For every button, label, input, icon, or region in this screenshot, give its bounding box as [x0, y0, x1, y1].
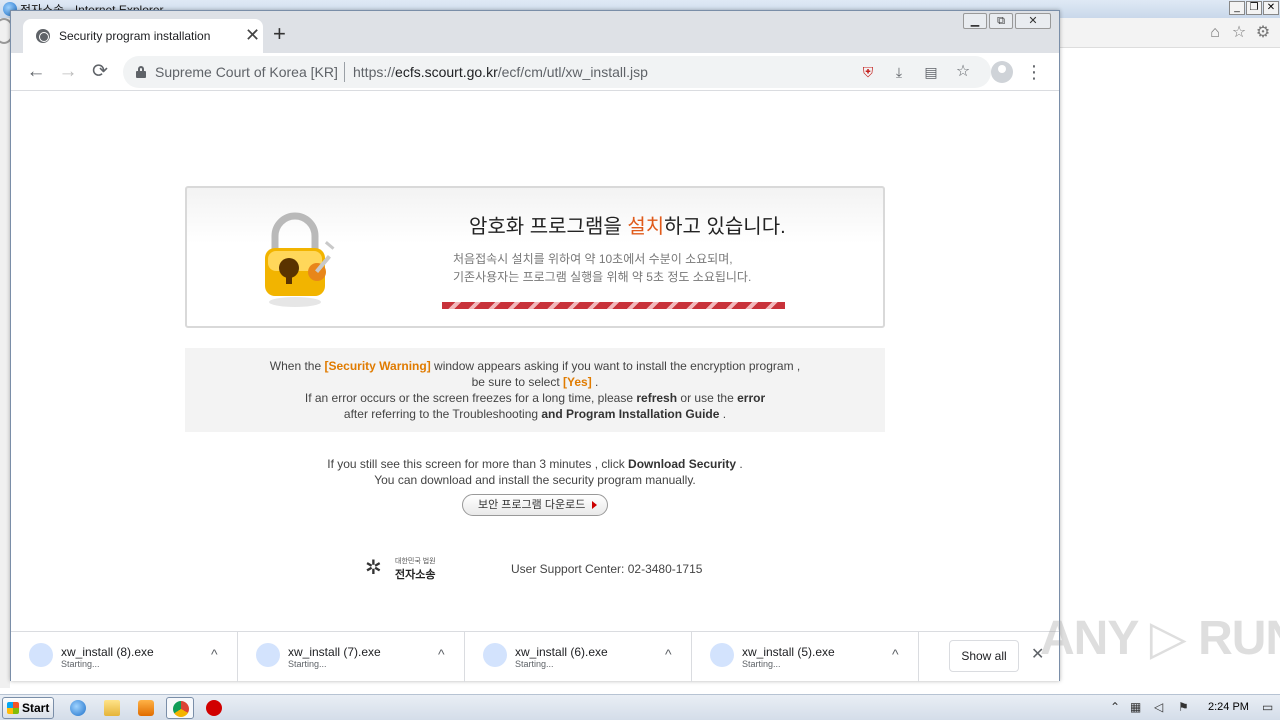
- taskbar-explorer[interactable]: [98, 697, 126, 719]
- address-bar[interactable]: Supreme Court of Korea [KR] https://ecfs…: [123, 56, 991, 88]
- chevron-up-icon[interactable]: ^: [665, 646, 672, 662]
- site-identity: Supreme Court of Korea [KR]: [155, 64, 338, 80]
- ie-toolbar: ⌂ ☆ ⚙: [1058, 18, 1280, 48]
- chrome-close-button[interactable]: ✕: [1015, 13, 1051, 29]
- tab-title: Security program installation: [59, 29, 211, 43]
- install-status-box: 암호화 프로그램을 설치하고 있습니다. 처음접속시 설치를 위하여 약 10초…: [185, 186, 885, 328]
- profile-avatar-icon[interactable]: [991, 61, 1013, 83]
- ie-minimize-button[interactable]: _: [1229, 1, 1245, 15]
- network-icon[interactable]: ▦: [1130, 700, 1141, 714]
- install-title: 암호화 프로그램을 설치하고 있습니다.: [469, 216, 786, 238]
- settings-gear-icon[interactable]: ⚙: [1254, 24, 1272, 42]
- url-separator: [344, 62, 345, 82]
- show-all-downloads-button[interactable]: Show all: [949, 640, 1019, 672]
- show-desktop-icon[interactable]: ▭: [1262, 700, 1273, 714]
- download-icon[interactable]: ⤓: [890, 63, 908, 81]
- chevron-up-icon[interactable]: ^: [211, 646, 218, 662]
- home-icon[interactable]: ⌂: [1206, 24, 1224, 42]
- windows-logo-icon: [7, 702, 19, 714]
- taskbar-media-player[interactable]: [132, 697, 160, 719]
- install-description: 처음접속시 설치를 위하여 약 10초에서 수분이 소요되며, 기존사용자는 프…: [453, 252, 752, 284]
- download-item[interactable]: xw_install (8).exe Starting... ^: [11, 632, 238, 682]
- blocked-content-icon[interactable]: ⛨: [859, 63, 877, 81]
- chrome-menu-icon[interactable]: ⋮: [1025, 59, 1043, 85]
- system-tray: ⌃ ▦ ◁ ⚑ 2:24 PM ▭: [1104, 697, 1280, 719]
- ie-restore-button[interactable]: ❐: [1246, 1, 1262, 15]
- clock[interactable]: 2:24 PM: [1208, 701, 1249, 713]
- media-player-icon: [138, 700, 154, 716]
- padlock-key-icon: [265, 212, 335, 307]
- arrow-right-icon: [592, 501, 597, 509]
- file-icon: [483, 643, 507, 667]
- taskbar-chrome[interactable]: [166, 697, 194, 719]
- reload-icon[interactable]: ⟳: [87, 59, 113, 85]
- ie-icon: [70, 700, 86, 716]
- chevron-up-icon[interactable]: ^: [892, 646, 899, 662]
- tray-expand-icon[interactable]: ⌃: [1110, 700, 1120, 714]
- favorites-star-icon[interactable]: ☆: [1230, 24, 1248, 42]
- alert-icon: [206, 700, 222, 716]
- tab-strip: Security program installation ✕ + ▁ ⧉ ✕: [11, 11, 1059, 53]
- new-tab-button[interactable]: +: [273, 23, 286, 45]
- taskbar: Start ⌃ ▦ ◁ ⚑ 2:24 PM ▭: [0, 694, 1280, 720]
- download-item[interactable]: xw_install (5).exe Starting... ^: [692, 632, 919, 682]
- forward-arrow-icon[interactable]: →: [55, 59, 81, 85]
- start-button[interactable]: Start: [2, 697, 54, 719]
- folder-icon: [104, 700, 120, 716]
- tab-security-install[interactable]: Security program installation ✕: [23, 19, 263, 53]
- page-content: 암호화 프로그램을 설치하고 있습니다. 처음접속시 설치를 위하여 약 10초…: [11, 92, 1059, 632]
- tab-close-icon[interactable]: ✕: [245, 25, 260, 45]
- browser-toolbar: ← → ⟳ Supreme Court of Korea [KR] https:…: [11, 53, 1059, 91]
- taskbar-security-app[interactable]: [200, 697, 228, 719]
- anyrun-watermark: ANY ▷ RUN: [1040, 612, 1280, 665]
- taskbar-ie[interactable]: [64, 697, 92, 719]
- file-icon: [29, 643, 53, 667]
- back-arrow-icon[interactable]: ←: [23, 59, 49, 85]
- support-center-text: User Support Center: 02-3480-1715: [511, 562, 703, 576]
- ecfs-logo: ✲ 대한민국 법원 전자소송: [365, 557, 436, 581]
- security-notice: When the [Security Warning] window appea…: [185, 348, 885, 432]
- download-security-button[interactable]: 보안 프로그램 다운로드: [462, 494, 608, 516]
- download-item[interactable]: xw_install (7).exe Starting... ^: [238, 632, 465, 682]
- ie-window-edge: [0, 18, 10, 688]
- action-center-flag-icon[interactable]: ⚑: [1178, 700, 1189, 714]
- globe-icon: [36, 29, 50, 43]
- chrome-restore-button[interactable]: ⧉: [989, 13, 1013, 29]
- chrome-minimize-button[interactable]: ▁: [963, 13, 987, 29]
- chevron-up-icon[interactable]: ^: [438, 646, 445, 662]
- lock-icon[interactable]: [136, 66, 146, 78]
- bookmark-star-icon[interactable]: ☆: [954, 63, 972, 81]
- court-emblem-icon: ✲: [365, 557, 382, 579]
- download-shelf: xw_install (8).exe Starting... ^ xw_inst…: [11, 631, 1059, 682]
- translate-icon[interactable]: ▤: [922, 63, 940, 81]
- manual-download-info: If you still see this screen for more th…: [327, 457, 743, 487]
- file-icon: [256, 643, 280, 667]
- volume-icon[interactable]: ◁: [1154, 700, 1163, 714]
- download-item[interactable]: xw_install (6).exe Starting... ^: [465, 632, 692, 682]
- download-security-label: 보안 프로그램 다운로드: [478, 499, 586, 511]
- file-icon: [710, 643, 734, 667]
- install-progress-bar: [442, 302, 785, 309]
- chrome-icon: [173, 701, 189, 717]
- url-text[interactable]: https://ecfs.scourt.go.kr/ecf/cm/utl/xw_…: [353, 64, 648, 80]
- chrome-window: Security program installation ✕ + ▁ ⧉ ✕ …: [10, 10, 1060, 682]
- ie-close-button[interactable]: ✕: [1263, 1, 1279, 15]
